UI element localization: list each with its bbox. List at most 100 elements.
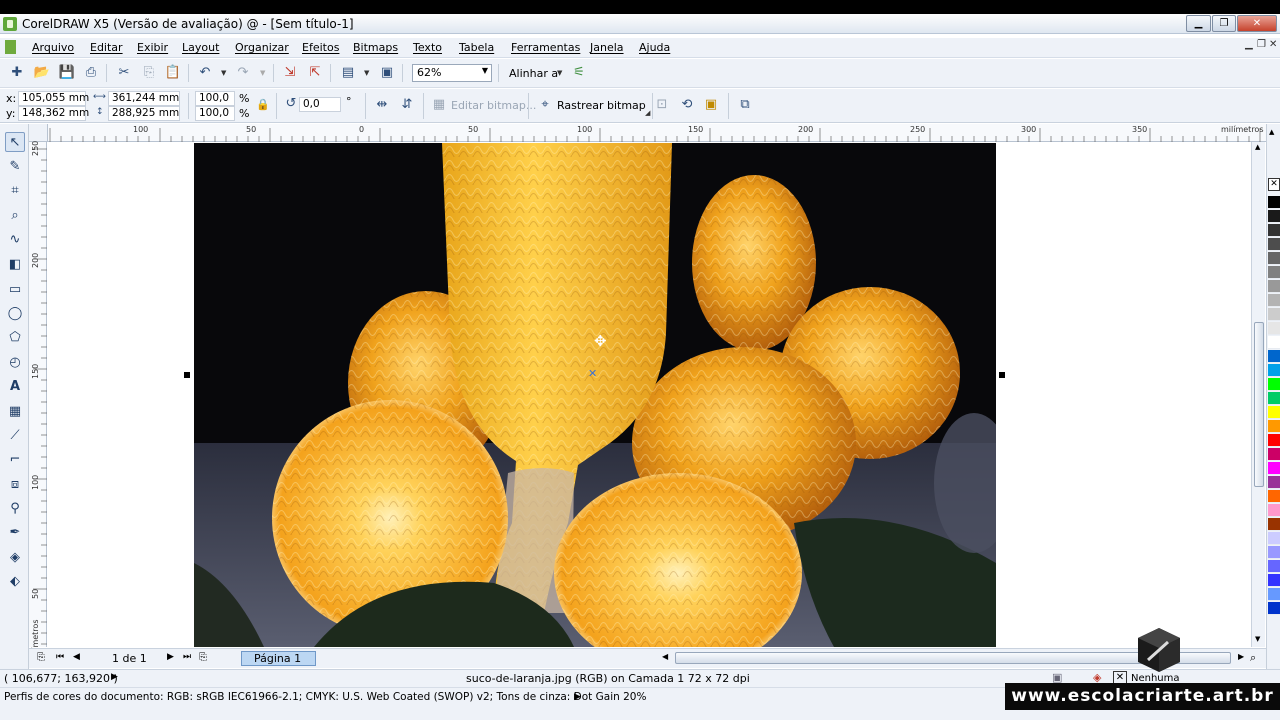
color-profiles-expand-icon[interactable]: ▶ — [574, 692, 581, 702]
scroll-up-icon[interactable]: ▲ — [1255, 143, 1260, 151]
paste-icon[interactable]: 📋 — [164, 64, 182, 82]
new-document-icon[interactable]: ✚ — [8, 64, 26, 82]
color-swatch[interactable] — [1268, 294, 1280, 307]
connector-tool-icon[interactable]: ⌐ — [5, 450, 25, 470]
menu-bitmaps[interactable]: Bitmaps — [353, 41, 398, 54]
color-swatch[interactable] — [1268, 322, 1280, 335]
menu-arquivo[interactable]: Arquivo — [32, 41, 74, 54]
color-swatch[interactable] — [1268, 224, 1280, 237]
document-icon[interactable] — [5, 40, 16, 54]
height-field[interactable]: 288,925 mm — [108, 106, 180, 121]
color-swatch[interactable] — [1268, 560, 1280, 573]
scroll-right-icon[interactable]: ▶ — [1238, 652, 1244, 661]
no-color-swatch-icon[interactable]: ✕ — [1268, 178, 1280, 191]
cut-icon[interactable]: ✂ — [115, 64, 133, 82]
color-swatch[interactable] — [1268, 532, 1280, 545]
color-swatch[interactable] — [1268, 546, 1280, 559]
basic-shapes-tool-icon[interactable]: ◴ — [5, 353, 25, 373]
trace-bitmap-icon[interactable]: ⌖ — [536, 96, 554, 114]
previous-page-icon[interactable]: ◀ — [73, 652, 80, 662]
copy-icon[interactable]: ⎘ — [140, 64, 158, 82]
rectangle-tool-icon[interactable]: ▭ — [5, 280, 25, 300]
color-swatch[interactable] — [1268, 434, 1280, 447]
polygon-tool-icon[interactable]: ⬠ — [5, 328, 25, 348]
menu-layout[interactable]: Layout — [182, 41, 219, 54]
mdi-restore-icon[interactable]: ❐ — [1257, 40, 1267, 50]
shape-tool-icon[interactable]: ✎ — [5, 157, 25, 177]
ruler-origin[interactable] — [29, 124, 48, 142]
ellipse-tool-icon[interactable]: ◯ — [5, 304, 25, 324]
color-profiles-text[interactable]: Perfis de cores do documento: RGB: sRGB … — [4, 691, 646, 703]
menu-texto[interactable]: Texto — [413, 41, 442, 54]
welcome-screen-icon[interactable]: ▣ — [378, 64, 396, 82]
edit-bitmap-icon[interactable]: ▦ — [430, 96, 448, 114]
interactive-fill-tool-icon[interactable]: ⬖ — [5, 572, 25, 592]
menu-ferramentas[interactable]: Ferramentas — [511, 41, 580, 54]
eyedropper-tool-icon[interactable]: ⚲ — [5, 499, 25, 519]
zoom-navigator-icon[interactable]: ⌕ — [1250, 651, 1256, 665]
align-label[interactable]: Alinhar a — [509, 67, 558, 80]
menu-editar[interactable]: Editar — [90, 41, 123, 54]
save-icon[interactable]: 💾 — [58, 64, 76, 82]
color-swatch[interactable] — [1268, 210, 1280, 223]
color-swatch[interactable] — [1268, 280, 1280, 293]
color-swatch[interactable] — [1268, 448, 1280, 461]
rotation-field[interactable]: 0,0 — [299, 97, 341, 112]
redo-dropdown-icon[interactable]: ▼ — [260, 69, 265, 77]
menu-janela[interactable]: Janela — [590, 41, 624, 54]
import-icon[interactable]: ⇲ — [281, 64, 299, 82]
text-tool-icon[interactable]: A — [5, 377, 25, 397]
launcher-dropdown-icon[interactable]: ▼ — [364, 69, 369, 77]
add-page-before-icon[interactable]: ⎘ — [37, 652, 45, 663]
vertical-ruler[interactable]: 250 200 150 100 50 milímetros — [29, 141, 47, 662]
page-tab[interactable]: Página 1 — [241, 651, 316, 666]
undo-dropdown-icon[interactable]: ▼ — [221, 69, 226, 77]
crop-tool-icon[interactable]: ⌗ — [5, 181, 25, 201]
crop-bitmap-icon[interactable]: ⊡ — [653, 96, 671, 114]
lock-ratio-icon[interactable]: 🔒 — [254, 96, 272, 114]
open-folder-icon[interactable]: 📂 — [33, 64, 51, 82]
color-swatch[interactable] — [1268, 602, 1280, 615]
color-swatch[interactable] — [1268, 392, 1280, 405]
bitmap-color-mask-icon[interactable]: ▣ — [702, 96, 720, 114]
width-field[interactable]: 361,244 mm — [108, 91, 180, 106]
mdi-minimize-icon[interactable]: ▁ — [1245, 40, 1255, 50]
mdi-close-icon[interactable]: ✕ — [1269, 40, 1279, 50]
color-swatch[interactable] — [1268, 266, 1280, 279]
minimize-button[interactable]: ▁ — [1186, 15, 1211, 32]
color-swatch[interactable] — [1268, 462, 1280, 475]
zoom-dropdown-icon[interactable]: ▼ — [482, 66, 488, 75]
color-swatch[interactable] — [1268, 490, 1280, 503]
coreldraw-app-icon[interactable] — [3, 17, 17, 31]
last-page-icon[interactable]: ⏭ — [183, 652, 191, 662]
vertical-scrollbar[interactable]: ▲ ▼ — [1251, 142, 1265, 647]
menu-ajuda[interactable]: Ajuda — [639, 41, 670, 54]
menu-exibir[interactable]: Exibir — [137, 41, 168, 54]
vertical-scroll-thumb[interactable] — [1254, 322, 1264, 487]
trace-bitmap-dropdown-icon[interactable]: ◢ — [645, 109, 650, 117]
outline-pen-tool-icon[interactable]: ✒ — [5, 523, 25, 543]
blend-tool-icon[interactable]: ⧈ — [5, 475, 25, 495]
zoom-level-select[interactable]: 62% ▼ — [412, 64, 492, 82]
color-swatch[interactable] — [1268, 406, 1280, 419]
drawing-canvas[interactable]: ✥ ✕ — [48, 143, 1251, 647]
selection-handle-left[interactable] — [184, 372, 190, 378]
fill-tool-icon[interactable]: ◈ — [5, 548, 25, 568]
menu-efeitos[interactable]: Efeitos — [302, 41, 339, 54]
next-page-icon[interactable]: ▶ — [167, 652, 174, 662]
scale-y-field[interactable]: 100,0 — [195, 106, 235, 121]
color-swatch[interactable] — [1268, 238, 1280, 251]
export-icon[interactable]: ⇱ — [306, 64, 324, 82]
color-swatch[interactable] — [1268, 350, 1280, 363]
align-dropdown-icon[interactable]: ▼ — [557, 69, 562, 77]
wrap-text-icon[interactable]: ⧉ — [736, 96, 754, 114]
color-swatch[interactable] — [1268, 588, 1280, 601]
y-position-field[interactable]: 148,362 mm — [18, 106, 89, 121]
table-tool-icon[interactable]: ▦ — [5, 402, 25, 422]
palette-scroll-up-icon[interactable]: ▲ — [1269, 128, 1274, 136]
menu-tabela[interactable]: Tabela — [459, 41, 494, 54]
edit-bitmap-button[interactable]: Editar bitmap... — [451, 99, 536, 112]
pick-tool-icon[interactable]: ↖ — [5, 132, 25, 152]
restore-button[interactable]: ❐ — [1212, 15, 1236, 32]
status-expand-icon[interactable]: ▶ — [111, 672, 118, 682]
